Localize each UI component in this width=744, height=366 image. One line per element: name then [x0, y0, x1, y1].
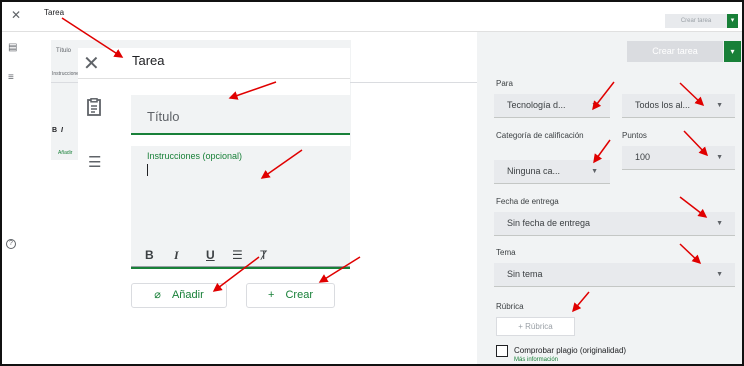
arrow-to-title	[61, 17, 124, 58]
arrow-to-title-field	[228, 81, 277, 100]
arrow-to-topic	[679, 243, 702, 265]
annotation-arrows	[61, 17, 709, 313]
arrow-to-due-date	[679, 196, 708, 218]
arrow-to-add	[212, 256, 260, 292]
arrow-to-rubric	[572, 291, 590, 313]
arrow-to-create	[318, 256, 361, 283]
arrow-to-points	[683, 130, 709, 157]
arrow-to-instructions	[260, 149, 303, 179]
arrow-to-class	[592, 81, 615, 111]
arrow-to-category	[593, 139, 611, 164]
arrow-to-students	[679, 82, 705, 107]
